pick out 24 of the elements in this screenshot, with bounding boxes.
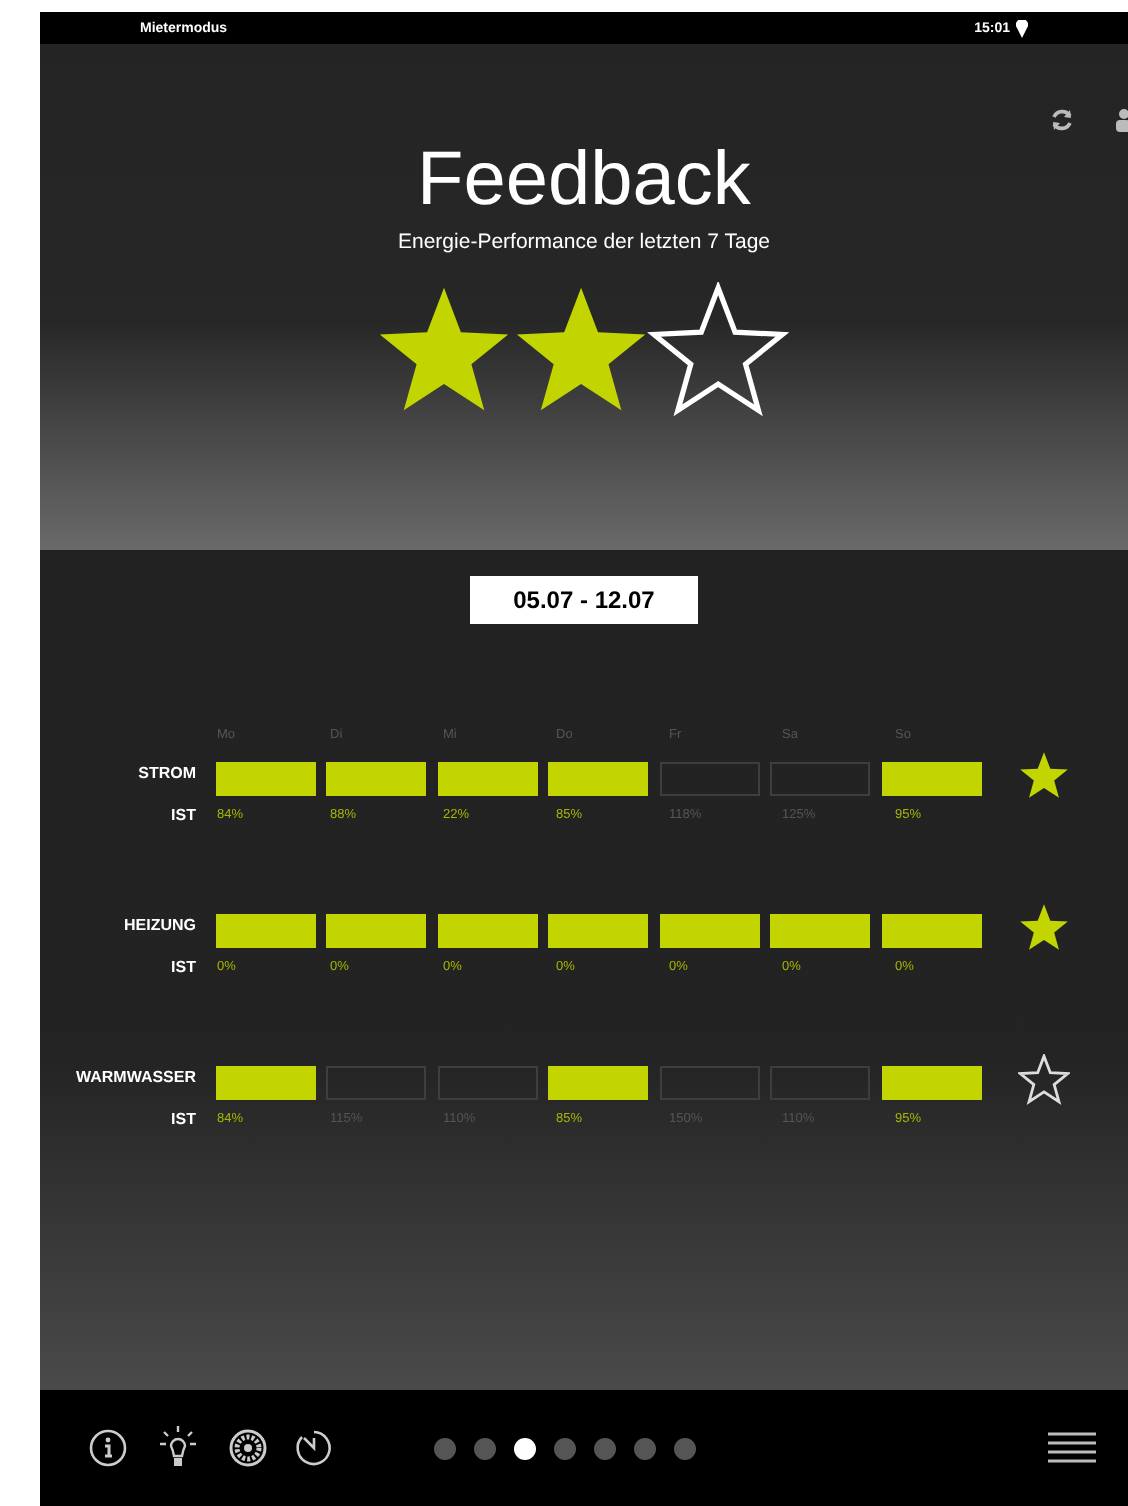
actual-label: IST — [169, 958, 196, 976]
page-subtitle: Energie-Performance der letzten 7 Tage — [398, 230, 770, 254]
page-dot[interactable] — [554, 1437, 576, 1459]
category-label: WARMWASSER — [74, 1067, 196, 1085]
category-label: STROM — [136, 763, 196, 781]
category-label: HEIZUNG — [122, 915, 196, 933]
page-dot[interactable] — [674, 1437, 696, 1459]
timer-icon[interactable] — [294, 1428, 334, 1468]
location-icon — [1016, 19, 1028, 37]
wheel-icon[interactable] — [228, 1428, 268, 1468]
page-dot[interactable] — [434, 1437, 456, 1459]
page-dot[interactable] — [474, 1437, 496, 1459]
actual-label: IST — [169, 806, 196, 824]
page-dot[interactable] — [594, 1437, 616, 1459]
page-title: Feedback — [417, 142, 751, 218]
page-dot[interactable] — [634, 1437, 656, 1459]
lightbulb-icon[interactable] — [154, 1424, 202, 1472]
person-icon[interactable] — [1112, 108, 1128, 132]
date-range[interactable]: 05.07 - 12.07 — [469, 576, 699, 624]
info-icon[interactable] — [88, 1428, 128, 1468]
menu-icon[interactable] — [1048, 1430, 1096, 1466]
refresh-icon[interactable] — [1050, 108, 1074, 132]
actual-label: IST — [169, 1110, 196, 1128]
page-dot[interactable] — [514, 1437, 536, 1459]
